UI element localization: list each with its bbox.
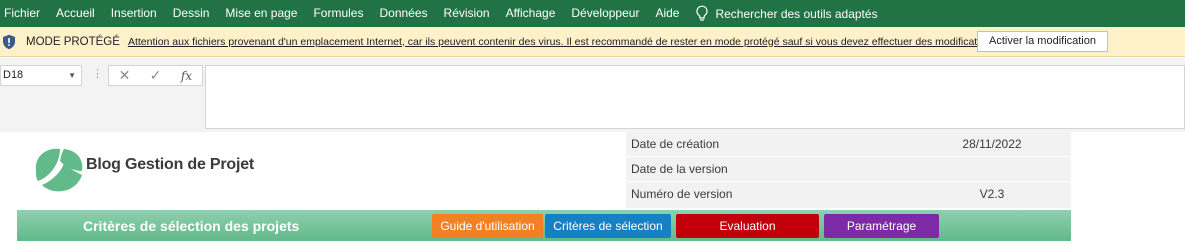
drag-handle-icon[interactable]: ⋮ [92,67,103,80]
menu-revision[interactable]: Révision [436,0,498,27]
menu-aide[interactable]: Aide [647,0,687,27]
criteres-button[interactable]: Critères de sélection [545,214,671,238]
tell-me-label: Rechercher des outils adaptés [715,6,878,21]
menu-fichier[interactable]: Fichier [0,0,48,27]
enter-icon[interactable]: ✓ [140,67,171,84]
formula-input[interactable] [205,65,1185,129]
protected-view-message[interactable]: Attention aux fichiers provenant d'un em… [128,36,999,48]
protected-view-title: MODE PROTÉGÉ [26,35,120,48]
band-title: Critères de sélection des projets [83,218,300,234]
guide-button[interactable]: Guide d'utilisation [432,214,543,238]
menu-accueil[interactable]: Accueil [48,0,103,27]
cell-reference: D18 [3,69,24,81]
meta-value: 28/11/2022 [962,137,1022,151]
formula-bar: D18 ▼ ⋮ ✕ ✓ fx [0,58,1185,132]
parametrage-button[interactable]: Paramétrage [824,214,939,238]
enable-editing-button[interactable]: Activer la modification [977,31,1108,52]
name-box[interactable]: D18 ▼ [0,65,82,86]
evaluation-button[interactable]: Evaluation [676,214,819,238]
protected-view-bar: MODE PROTÉGÉ Attention aux fichiers prov… [0,27,1185,57]
insert-function-icon[interactable]: fx [171,69,202,83]
header-band: Critères de sélection des projets Guide … [17,210,1071,241]
menu-donnees[interactable]: Données [371,0,435,27]
meta-row[interactable]: Date de la version [626,157,1071,182]
meta-row[interactable]: Date de création 28/11/2022 [626,132,1071,157]
tell-me-search[interactable]: Rechercher des outils adaptés [695,0,878,27]
meta-label: Numéro de version [631,187,733,201]
chevron-down-icon[interactable]: ▼ [68,66,76,85]
menu-formules[interactable]: Formules [305,0,371,27]
menu-dessin[interactable]: Dessin [165,0,218,27]
meta-label: Date de création [631,137,720,151]
lightbulb-icon [696,5,709,21]
brand-name: Blog Gestion de Projet [86,156,255,173]
cancel-icon[interactable]: ✕ [109,67,140,84]
meta-label: Date de la version [631,162,728,176]
menu-affichage[interactable]: Affichage [498,0,564,27]
shield-icon [2,34,18,50]
version-info: Date de création 28/11/2022 Date de la v… [626,132,1071,208]
ribbon-menu-bar: Fichier Accueil Insertion Dessin Mise en… [0,0,1185,27]
menu-mise-en-page[interactable]: Mise en page [217,0,305,27]
worksheet[interactable]: Blog Gestion de Projet Date de création … [0,132,1185,247]
menu-insertion[interactable]: Insertion [103,0,165,27]
brand-logo-icon [35,148,83,192]
menu-developpeur[interactable]: Développeur [563,0,647,27]
meta-value: V2.3 [979,187,1005,201]
formula-buttons: ✕ ✓ fx [108,65,203,86]
meta-row[interactable]: Numéro de version V2.3 [626,182,1071,207]
